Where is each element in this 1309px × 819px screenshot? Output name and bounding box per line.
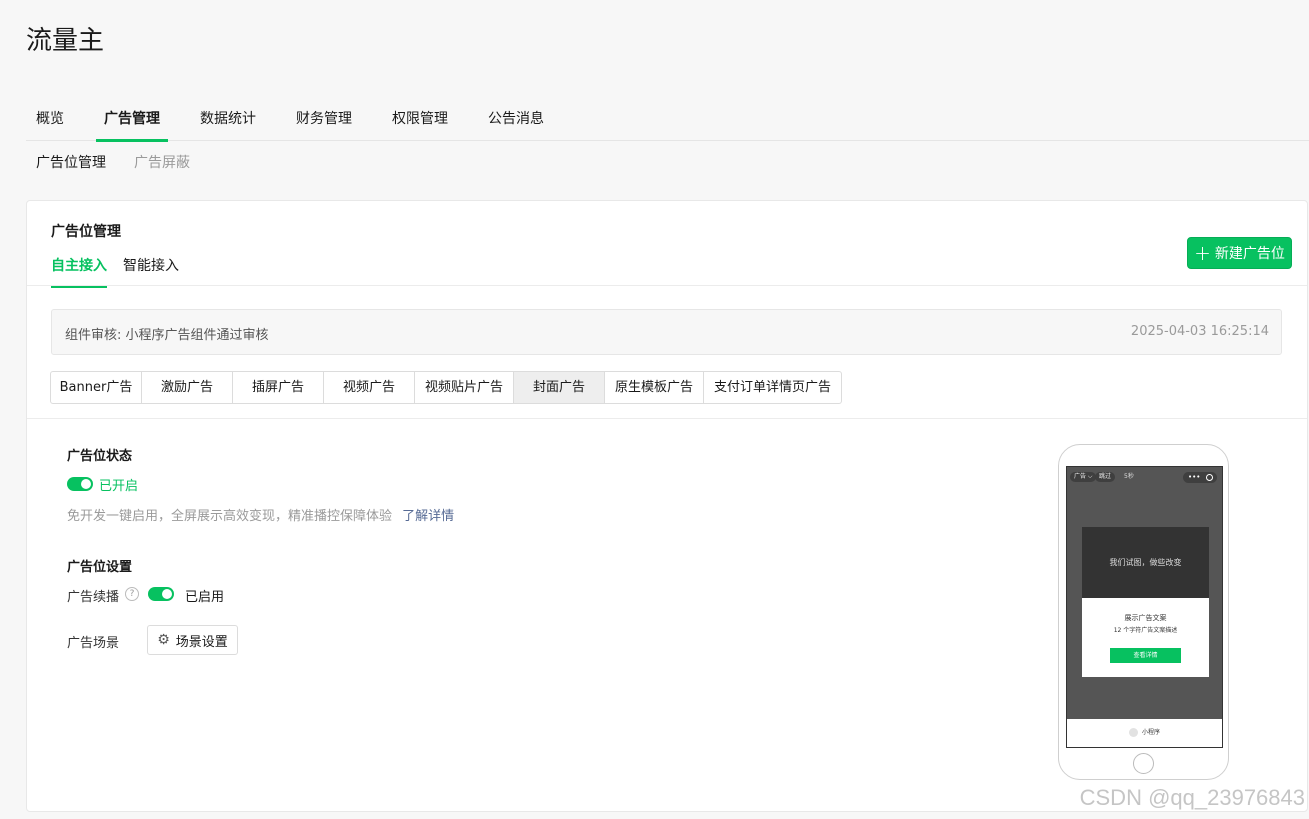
continuous-play-status: 已启用 bbox=[185, 590, 225, 605]
active-tab-underline bbox=[96, 139, 168, 142]
ad-view-details-button: 查看详情 bbox=[1110, 648, 1181, 663]
tab-ad-management-label: 广告管理 bbox=[104, 111, 160, 127]
card-divider bbox=[27, 285, 1307, 286]
notice-bar: 组件审核: 小程序广告组件通过审核 2025-04-03 16:25:14 bbox=[51, 309, 1282, 355]
screen-footer: 小程序 bbox=[1067, 719, 1222, 747]
phone-screen: 广告 ⌵ 跳过 5秒 ••• 我们试图，做些改变 展示广告文案 12 个字符广告… bbox=[1066, 466, 1223, 748]
ad-label-pill: 广告 ⌵ bbox=[1070, 472, 1097, 482]
ad-scene-label: 广告场景 bbox=[67, 636, 120, 651]
ad-type-video-patch[interactable]: 视频贴片广告 bbox=[415, 372, 514, 403]
tab-data-stats[interactable]: 数据统计 bbox=[200, 108, 256, 140]
top-nav: 概览 广告管理 数据统计 财务管理 权限管理 公告消息 bbox=[26, 100, 1309, 142]
ad-type-selector: Banner广告 激励广告 插屏广告 视频广告 视频贴片广告 封面广告 原生模板… bbox=[50, 371, 842, 404]
tab-self-access-label: 自主接入 bbox=[51, 258, 107, 274]
tab-permissions[interactable]: 权限管理 bbox=[392, 108, 448, 140]
phone-preview: 广告 ⌵ 跳过 5秒 ••• 我们试图，做些改变 展示广告文案 12 个字符广告… bbox=[1058, 444, 1229, 780]
help-icon[interactable]: ? bbox=[125, 587, 139, 601]
sub-nav-ad-block[interactable]: 广告屏蔽 bbox=[134, 152, 190, 172]
ad-image: 我们试图，做些改变 bbox=[1082, 527, 1209, 598]
tab-announcements[interactable]: 公告消息 bbox=[488, 108, 544, 140]
skip-pill: 跳过 bbox=[1095, 472, 1116, 482]
capsule-menu: ••• bbox=[1183, 472, 1217, 483]
continuous-play-toggle[interactable] bbox=[148, 587, 174, 601]
ad-copy-desc: 12 个字符广告文案描述 bbox=[1113, 627, 1178, 634]
watermark: CSDN @qq_23976843 bbox=[1079, 785, 1305, 810]
tab-finance[interactable]: 财务管理 bbox=[296, 108, 352, 140]
tab-ad-management[interactable]: 广告管理 bbox=[96, 108, 168, 142]
sub-nav-ad-slot[interactable]: 广告位管理 bbox=[36, 152, 106, 172]
new-ad-slot-label: 新建广告位 bbox=[1214, 246, 1285, 262]
new-ad-slot-button[interactable]: + 新建广告位 bbox=[1187, 237, 1292, 269]
ad-type-cover[interactable]: 封面广告 bbox=[514, 372, 605, 403]
mini-program-label: 小程序 bbox=[1142, 729, 1161, 736]
settings-section-title: 广告位设置 bbox=[67, 560, 133, 575]
main-card: 广告位管理 自主接入 智能接入 + 新建广告位 组件审核: 小程序广告组件通过审… bbox=[26, 200, 1308, 812]
more-icon: ••• bbox=[1188, 473, 1201, 481]
tab-smart-access[interactable]: 智能接入 bbox=[123, 255, 179, 287]
status-toggle[interactable] bbox=[67, 477, 93, 491]
plus-icon: + bbox=[1194, 241, 1211, 265]
app-title: 流量主 bbox=[26, 26, 105, 56]
status-section-title: 广告位状态 bbox=[67, 449, 133, 464]
ad-copy-box: 展示广告文案 12 个字符广告文案描述 查看详情 bbox=[1082, 598, 1209, 677]
close-circle-icon bbox=[1206, 474, 1213, 481]
ad-type-video[interactable]: 视频广告 bbox=[324, 372, 415, 403]
status-description: 免开发一键启用，全屏展示高效变现，精准播控保障体验 了解详情 bbox=[67, 505, 454, 524]
countdown-text: 5秒 bbox=[1124, 473, 1134, 480]
ad-type-interstitial[interactable]: 插屏广告 bbox=[233, 372, 324, 403]
continuous-play-label: 广告续播 bbox=[67, 590, 120, 605]
ad-type-payment-order[interactable]: 支付订单详情页广告 bbox=[704, 372, 841, 403]
ad-type-banner[interactable]: Banner广告 bbox=[51, 372, 142, 403]
mini-program-icon bbox=[1129, 728, 1138, 737]
screen-top-bar: 广告 ⌵ 跳过 5秒 ••• bbox=[1067, 467, 1222, 487]
ad-copy-title: 展示广告文案 bbox=[1124, 614, 1167, 622]
section-divider bbox=[27, 418, 1307, 419]
tab-overview[interactable]: 概览 bbox=[36, 108, 64, 140]
status-description-text: 免开发一键启用，全屏展示高效变现，精准播控保障体验 bbox=[67, 509, 393, 524]
scene-settings-button[interactable]: ⚙ 场景设置 bbox=[147, 625, 238, 655]
tab-self-access[interactable]: 自主接入 bbox=[51, 255, 107, 288]
ad-type-rewarded[interactable]: 激励广告 bbox=[142, 372, 233, 403]
notice-text: 组件审核: 小程序广告组件通过审核 bbox=[65, 328, 269, 343]
notice-time: 2025-04-03 16:25:14 bbox=[1130, 324, 1269, 339]
phone-home-button bbox=[1133, 753, 1154, 774]
status-text: 已开启 bbox=[99, 479, 139, 494]
gear-icon: ⚙ bbox=[157, 632, 170, 648]
ad-type-native-template[interactable]: 原生模板广告 bbox=[605, 372, 704, 403]
scene-settings-label: 场景设置 bbox=[175, 634, 228, 650]
learn-more-link[interactable]: 了解详情 bbox=[402, 509, 454, 524]
card-title: 广告位管理 bbox=[51, 224, 121, 240]
